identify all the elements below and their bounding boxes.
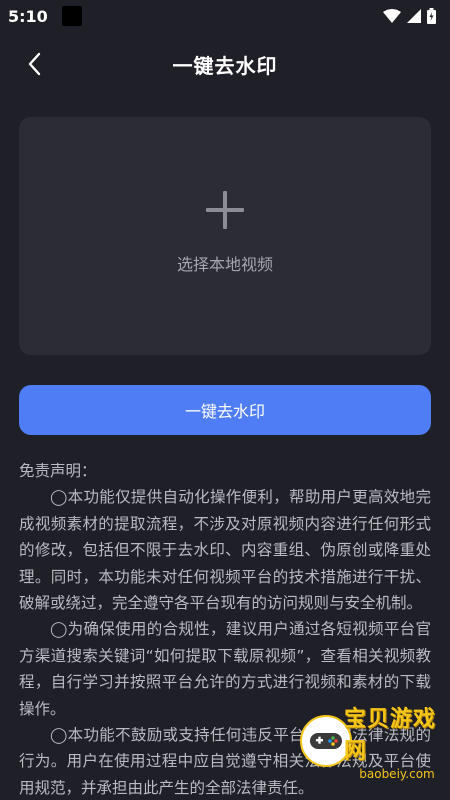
nav-bar: 一键去水印 xyxy=(0,36,450,92)
notification-icon xyxy=(61,6,82,26)
battery-icon xyxy=(427,8,436,24)
watermark-url: baobeiy.com xyxy=(359,767,435,781)
plus-icon xyxy=(206,191,244,229)
back-button[interactable] xyxy=(18,48,50,80)
status-time: 5:10 xyxy=(8,6,48,26)
select-local-video-label: 选择本地视频 xyxy=(176,255,273,274)
disclaimer-paragraph: ◯本功能仅提供自动化操作便利，帮助用户更高效地完成视频素材的提取流程，不涉及对原… xyxy=(19,488,431,613)
disclaimer-heading: 免责声明： xyxy=(19,462,97,480)
watermark-title: 宝贝游戏网 xyxy=(344,707,437,764)
remove-watermark-button[interactable]: 一键去水印 xyxy=(19,385,431,435)
chevron-left-icon xyxy=(28,52,41,76)
select-local-video-card[interactable]: 选择本地视频 xyxy=(19,117,431,355)
wifi-icon xyxy=(383,9,401,23)
site-watermark: 宝贝游戏网 baobeiy.com xyxy=(300,700,450,782)
cellular-signal-icon xyxy=(407,9,421,23)
page-title: 一键去水印 xyxy=(172,53,278,78)
status-bar: 5:10 xyxy=(0,0,450,32)
status-icons xyxy=(383,8,436,24)
